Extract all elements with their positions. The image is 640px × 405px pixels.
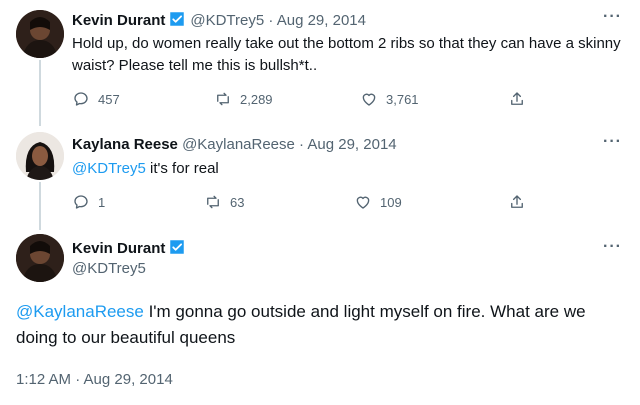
more-icon[interactable]: ··· (603, 133, 622, 151)
author-name-line: Kevin Durant (72, 238, 190, 259)
reply-button[interactable]: 457 (72, 90, 120, 108)
retweet-icon (207, 195, 219, 209)
more-icon[interactable]: ··· (603, 238, 622, 256)
tweet-text: @KDTrey5 it's for real (72, 158, 632, 180)
verified-badge-icon (170, 240, 185, 254)
avatar[interactable] (16, 132, 64, 180)
share-button[interactable] (508, 90, 526, 113)
reply-count: 457 (98, 91, 120, 107)
thread-connector (39, 182, 41, 230)
tweet-header: Kevin Durant @KDTrey5 · Aug 29, 2014 (72, 10, 366, 31)
tweet-date[interactable]: Aug 29, 2014 (277, 12, 366, 29)
tweet-header: Kaylana Reese @KaylanaReese · Aug 29, 20… (72, 135, 397, 155)
retweet-button[interactable]: 63 (204, 193, 244, 211)
tweet-date[interactable]: Aug 29, 2014 (307, 136, 396, 153)
tweet-actions: 1 63 109 (72, 193, 552, 215)
verified-badge-icon (170, 12, 185, 26)
tweet-text: Hold up, do women really take out the bo… (72, 35, 621, 74)
main-tweet-text: @KaylanaReese I'm gonna go outside and l… (16, 299, 616, 351)
reply-icon (74, 92, 88, 106)
separator: · (294, 136, 308, 153)
thread-connector (39, 60, 41, 126)
share-icon (511, 92, 523, 105)
tweet-text-body: it's for real (145, 160, 219, 177)
author-name[interactable]: Kevin Durant (72, 240, 165, 257)
tweet-actions: 457 2,289 3,761 (72, 90, 552, 112)
like-button[interactable]: 3,761 (360, 90, 419, 108)
author-handle[interactable]: @KDTrey5 (72, 259, 146, 279)
tweet-timestamp[interactable]: 1:12 AM · Aug 29, 2014 (16, 371, 173, 388)
more-icon[interactable]: ··· (603, 8, 622, 26)
like-icon (356, 196, 370, 209)
like-count: 3,761 (386, 91, 419, 107)
author-name[interactable]: Kevin Durant (72, 12, 165, 29)
retweet-icon (217, 92, 229, 106)
mention-link[interactable]: @KaylanaReese (16, 302, 144, 321)
separator: · (264, 12, 277, 29)
reply-count: 1 (98, 194, 106, 210)
avatar[interactable] (16, 10, 64, 58)
share-button[interactable] (508, 193, 526, 216)
retweet-count: 2,289 (240, 91, 273, 107)
author-name[interactable]: Kaylana Reese (72, 136, 178, 153)
reply-button[interactable]: 1 (72, 193, 105, 211)
share-icon (511, 195, 523, 208)
mention-link[interactable]: @KDTrey5 (72, 160, 146, 177)
like-icon (362, 93, 376, 106)
like-count: 109 (380, 194, 402, 210)
author-handle[interactable]: @KaylanaReese (182, 136, 295, 153)
retweet-count: 63 (230, 194, 245, 210)
avatar[interactable] (16, 234, 64, 282)
retweet-button[interactable]: 2,289 (214, 90, 273, 108)
like-button[interactable]: 109 (354, 193, 402, 211)
author-handle[interactable]: @KDTrey5 (190, 12, 264, 29)
reply-icon (74, 195, 88, 209)
